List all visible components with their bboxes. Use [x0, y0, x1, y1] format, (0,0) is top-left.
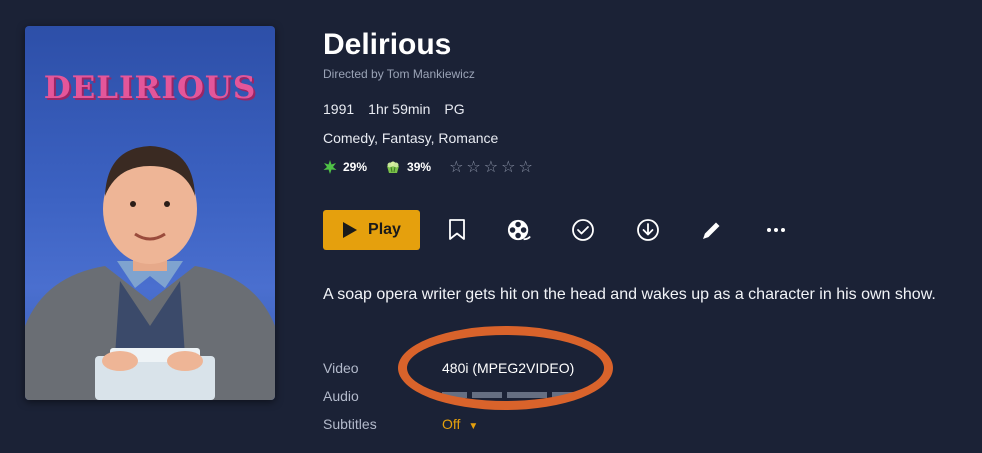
runtime: 1hr 59min [368, 101, 431, 117]
ratings-row: 29% 39% ☆ ☆ ☆ ☆ ☆ [323, 157, 533, 177]
play-label: Play [368, 221, 401, 238]
genre-list: Comedy, Fantasy, Romance [323, 130, 499, 146]
movie-summary: A soap opera writer gets hit on the head… [323, 286, 936, 303]
mark-watched-icon [572, 219, 594, 241]
subtitles-value: Off [442, 416, 461, 432]
star-icon[interactable]: ☆ [501, 157, 515, 177]
action-bar: Play [323, 210, 785, 250]
user-star-rating[interactable]: ☆ ☆ ☆ ☆ ☆ [449, 157, 533, 177]
audience-score: 39% [407, 160, 432, 174]
star-icon[interactable]: ☆ [466, 157, 480, 177]
audience-rating: 39% [385, 160, 431, 174]
video-value: 480i (MPEG2VIDEO) [442, 360, 575, 376]
critic-rating: 29% [323, 160, 367, 174]
trailer-reel-icon [507, 219, 531, 241]
play-icon [343, 222, 358, 238]
watchlist-button[interactable] [445, 218, 469, 242]
more-icon [767, 228, 785, 232]
audio-label: Audio [323, 388, 359, 404]
subtitles-dropdown[interactable]: Off ▼ [442, 416, 478, 432]
poster-title-art: DELIRIOUS [43, 70, 257, 106]
director-credit[interactable]: Directed by Tom Mankiewicz [323, 67, 475, 81]
edit-button[interactable] [700, 218, 724, 242]
critic-splat-icon [323, 160, 337, 174]
movie-title: Delirious [323, 28, 452, 61]
movie-facts: 1991 1hr 59min PG [323, 101, 465, 117]
star-icon[interactable]: ☆ [484, 157, 498, 177]
content-rating: PG [444, 101, 465, 117]
video-label: Video [323, 360, 359, 376]
movie-poster[interactable]: DELIRIOUS [25, 26, 275, 400]
subtitles-label: Subtitles [323, 416, 377, 432]
release-year: 1991 [323, 101, 355, 117]
audience-popcorn-icon [387, 161, 400, 173]
audio-track-selector[interactable] [442, 388, 582, 405]
edit-icon [703, 222, 720, 239]
obscured-audio-value [442, 392, 577, 398]
star-icon[interactable]: ☆ [518, 157, 532, 177]
mark-watched-button[interactable] [571, 218, 595, 242]
more-button[interactable] [764, 218, 788, 242]
caret-down-icon: ▼ [468, 421, 479, 432]
download-button[interactable] [636, 218, 660, 242]
critic-score: 29% [343, 160, 368, 174]
play-button[interactable]: Play [323, 210, 420, 250]
trailer-button[interactable] [507, 218, 531, 242]
download-icon [637, 219, 659, 241]
bookmark-icon [449, 219, 465, 240]
star-icon[interactable]: ☆ [449, 157, 463, 177]
